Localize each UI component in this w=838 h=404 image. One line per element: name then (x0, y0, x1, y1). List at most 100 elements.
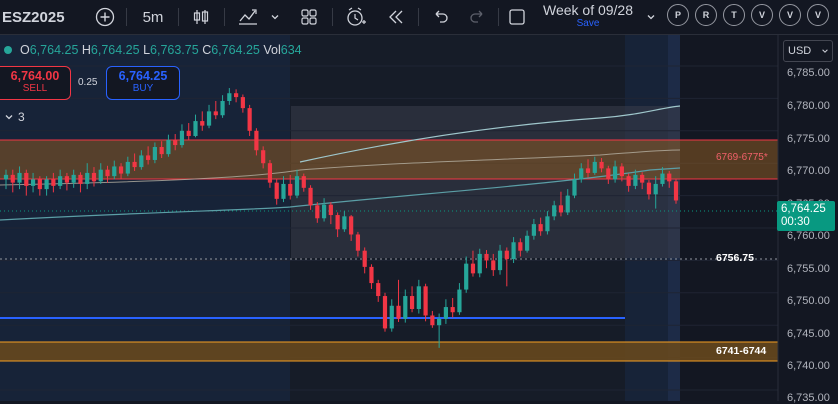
bar-countdown: 00:30 (781, 216, 810, 228)
alert-clock-icon[interactable] (342, 0, 370, 34)
profile-circle-button[interactable]: P (667, 4, 689, 26)
candle-body (51, 179, 56, 186)
candle-body (585, 168, 591, 173)
candle-body (491, 260, 496, 271)
candle-body (200, 121, 205, 126)
open-value: 6,764.25 (29, 43, 79, 57)
candle-body (288, 183, 293, 196)
layout-save-status: Save (576, 18, 600, 29)
candle-body (166, 139, 171, 155)
level-label: 6756.75 (716, 252, 754, 264)
candle-body (369, 266, 374, 284)
profile-circle-button[interactable]: T (723, 4, 745, 26)
candle-body (173, 139, 178, 146)
fullscreen-icon[interactable] (504, 0, 530, 34)
profile-circle-button[interactable]: R (695, 4, 717, 26)
indicators-collapse-toggle[interactable]: 3 (0, 107, 29, 127)
candle-body (85, 172, 90, 184)
candle-body (206, 111, 212, 126)
profile-circle-button[interactable]: V (751, 4, 773, 26)
candle-body (653, 183, 658, 195)
toolbar-divider (126, 8, 127, 26)
candles-chart-type-icon[interactable] (188, 0, 214, 34)
interval-button[interactable]: 5m (136, 0, 170, 34)
candle-body (146, 155, 151, 160)
candle-body (321, 204, 327, 219)
price-axis-tick: 6,750.00 (787, 295, 830, 307)
sell-button[interactable]: 6,764.00 SELL (0, 66, 71, 100)
candle-body (558, 205, 564, 213)
candle-body (457, 289, 462, 313)
high-label: H (81, 43, 91, 57)
replay-icon[interactable] (382, 0, 410, 34)
candle-body (416, 286, 421, 309)
candle-body (592, 161, 597, 173)
candle-body (98, 169, 103, 182)
redo-icon[interactable] (464, 0, 492, 34)
toolbar-divider (418, 8, 419, 26)
candle-body (464, 263, 469, 290)
candle-body (579, 168, 584, 180)
close-value: 6,764.25 (211, 43, 260, 57)
candle-body (626, 176, 631, 186)
candle-body (430, 315, 435, 326)
price-axis-tick: 6,740.00 (787, 360, 830, 372)
candle-body (572, 179, 577, 196)
buy-label: BUY (132, 83, 154, 94)
candle-body (91, 172, 97, 182)
candle-body (633, 174, 638, 186)
toolbar-divider (332, 8, 333, 26)
candle-body (213, 111, 218, 116)
candle-body (518, 242, 523, 251)
chevron-down-icon[interactable] (643, 0, 659, 34)
candle-body (10, 174, 15, 183)
price-axis-tick: 6,780.00 (787, 100, 830, 112)
candle-body (254, 130, 259, 151)
compare-add-icon[interactable] (92, 0, 118, 34)
top-toolbar: ESZ2025 5m Week of 09/28 Save P R T V V … (0, 0, 838, 35)
chevron-down-icon[interactable] (266, 0, 284, 34)
candle-body (443, 307, 448, 319)
candle-body (660, 173, 665, 184)
resistance-zone (0, 140, 778, 179)
candle-body (220, 100, 225, 116)
candle-body (44, 179, 49, 190)
indicators-icon[interactable] (234, 0, 262, 34)
price-axis-tick: 6,735.00 (787, 392, 830, 404)
candle-body (24, 172, 29, 186)
candle-body (389, 305, 394, 329)
undo-icon[interactable] (426, 0, 454, 34)
candle-body (247, 108, 252, 131)
candle-body (538, 224, 543, 232)
candle-body (437, 318, 442, 326)
spread-value: 0.25 (78, 77, 98, 88)
buy-button[interactable]: 6,764.25 BUY (106, 66, 180, 100)
candle-body (355, 234, 361, 251)
candle-body (545, 216, 550, 232)
candle-body (281, 183, 286, 199)
candle-body (240, 97, 245, 109)
candle-body (450, 307, 455, 313)
indicators-count: 3 (18, 110, 25, 124)
price-axis-tick: 6,785.00 (787, 67, 830, 79)
candle-body (37, 179, 42, 190)
candle-body (673, 181, 679, 201)
candle-body (619, 166, 624, 177)
candle-body (64, 176, 70, 183)
candle-body (525, 235, 530, 251)
candle-body (403, 296, 408, 319)
candle-body (118, 166, 124, 174)
profile-circle-button[interactable]: V (779, 4, 801, 26)
candle-body (423, 286, 428, 316)
candle-body (315, 205, 320, 219)
candle-body (301, 176, 306, 188)
layout-grid-icon[interactable] (296, 0, 322, 34)
candle-body (477, 253, 482, 274)
candle-body (552, 205, 557, 217)
candle-body (132, 161, 137, 168)
candle-body (179, 130, 185, 146)
layout-name-button[interactable]: Week of 09/28 Save (533, 0, 643, 34)
symbol-search-button[interactable]: ESZ2025 (0, 0, 82, 34)
profile-circle-button[interactable]: V (807, 4, 829, 26)
currency-selector[interactable]: USD (783, 40, 833, 62)
